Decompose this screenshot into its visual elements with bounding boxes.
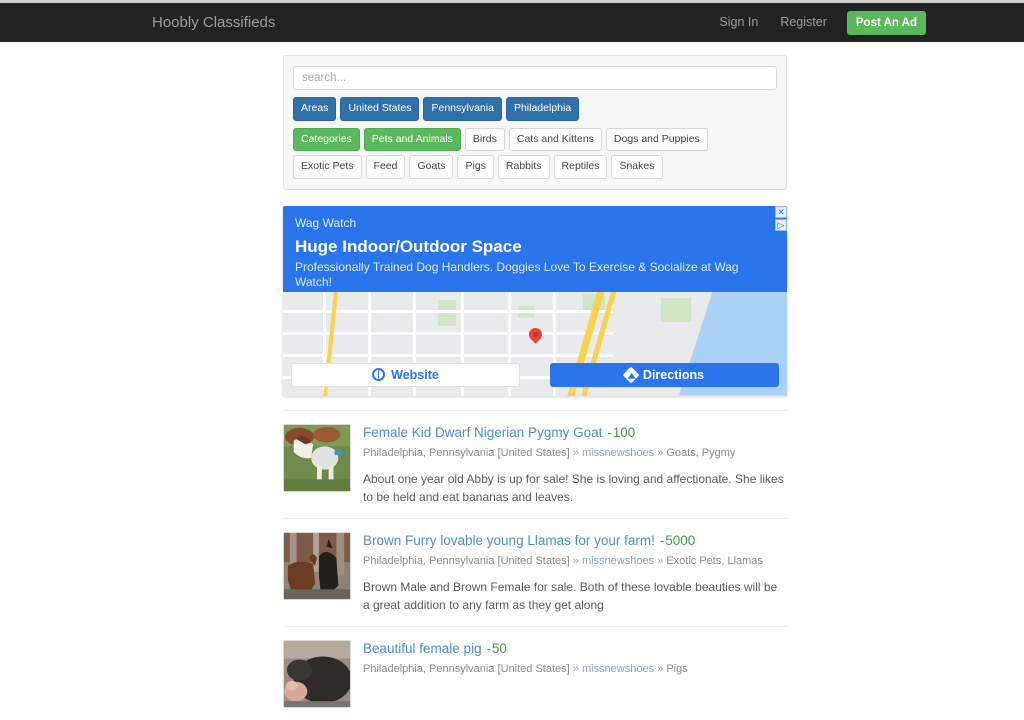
area-filter-row: Areas United States Pennsylvania Philade…: [293, 97, 777, 121]
area-chip-united-states[interactable]: United States: [340, 97, 420, 121]
listing-description: About one year old Abby is up for sale! …: [363, 471, 784, 504]
listing-results: Female Kid Dwarf Nigerian Pygmy Goat -100…: [283, 409, 787, 720]
top-navbar: Hoobly Classifieds Sign In Register Post…: [0, 3, 1024, 42]
map-road-h-3: [283, 353, 613, 357]
post-an-ad-button[interactable]: Post An Ad: [846, 10, 926, 35]
advertisement-banner[interactable]: ✕ ▷ Wag Watch Huge Indoor/Outdoor Space …: [283, 205, 787, 396]
listing-item[interactable]: Beautiful female pig -50 Philadelphia, Pe…: [283, 625, 787, 720]
listing-item[interactable]: Female Kid Dwarf Nigerian Pygmy Goat -100…: [283, 409, 787, 518]
listing-category: Exotic Pets, Llamas: [666, 554, 763, 567]
listing-title-row: Brown Furry lovable young Llamas for you…: [363, 532, 787, 549]
meta-separator: »: [572, 554, 579, 567]
listing-thumbnail[interactable]: [283, 639, 351, 708]
listing-meta: Philadelphia, Pennsylvania [United State…: [363, 554, 787, 569]
directions-icon: [622, 366, 640, 383]
meta-separator: »: [657, 446, 664, 459]
category-chip-reptiles[interactable]: Reptiles: [553, 155, 608, 179]
listing-dash: -: [607, 424, 612, 440]
goat-photo-graphic: [284, 424, 350, 491]
close-icon[interactable]: ✕: [775, 205, 787, 218]
meta-separator: »: [572, 662, 579, 675]
navbar-right-group: Sign In Register Post An Ad: [708, 3, 926, 42]
map-park-4: [661, 297, 691, 322]
ad-advertiser-name: Wag Watch: [295, 215, 357, 230]
map-location-pin-icon: [526, 324, 545, 344]
category-filter-row: Categories Pets and Animals Birds Cats a…: [293, 127, 777, 179]
category-chip-goats[interactable]: Goats: [409, 155, 454, 179]
ad-text-block: Wag Watch Huge Indoor/Outdoor Space Prof…: [283, 206, 787, 291]
listing-title-link[interactable]: Brown Furry lovable young Llamas for you…: [363, 533, 655, 548]
ad-headline: Huge Indoor/Outdoor Space: [295, 236, 522, 256]
category-chip-snakes[interactable]: Snakes: [611, 155, 663, 179]
listing-title-link[interactable]: Beautiful female pig: [363, 641, 482, 656]
category-chip-cats-and-kittens[interactable]: Cats and Kittens: [508, 127, 602, 151]
category-chip-pigs[interactable]: Pigs: [457, 155, 494, 179]
map-park-1: [438, 299, 456, 326]
ad-website-button[interactable]: Website: [291, 362, 520, 387]
listing-body: Beautiful female pig -50 Philadelphia, Pe…: [363, 640, 787, 708]
listing-thumbnail[interactable]: [283, 423, 351, 492]
ad-website-button-label: Website: [391, 367, 439, 382]
listing-category: Pigs: [666, 662, 688, 675]
area-chip-areas[interactable]: Areas: [293, 97, 337, 121]
meta-separator: »: [657, 554, 664, 567]
listing-body: Female Kid Dwarf Nigerian Pygmy Goat -100…: [363, 424, 787, 506]
listing-category: Goats, Pygmy: [666, 446, 736, 459]
listing-seller-link[interactable]: missnewshoes: [582, 447, 654, 459]
llama-photo-graphic: [284, 532, 350, 599]
ad-action-buttons: Website Directions: [283, 362, 787, 387]
listing-meta: Philadelphia, Pennsylvania [United State…: [363, 662, 787, 677]
pig-photo-graphic: [284, 640, 350, 707]
category-chip-pets-and-animals[interactable]: Pets and Animals: [363, 127, 461, 151]
listing-body: Brown Furry lovable young Llamas for you…: [363, 532, 787, 614]
listing-seller-link[interactable]: missnewshoes: [582, 555, 654, 567]
listing-dash: -: [659, 532, 665, 548]
listing-price: 5000: [665, 532, 696, 548]
ad-description: Professionally Trained Dog Handlers. Dog…: [295, 259, 739, 290]
area-chip-pennsylvania[interactable]: Pennsylvania: [423, 97, 502, 121]
adchoices-icon[interactable]: ▷: [775, 218, 787, 231]
listing-title-row: Female Kid Dwarf Nigerian Pygmy Goat -100: [363, 424, 787, 441]
listing-title-link[interactable]: Female Kid Dwarf Nigerian Pygmy Goat: [363, 425, 602, 440]
listing-location: Philadelphia, Pennsylvania [United State…: [363, 446, 570, 459]
globe-icon: [372, 368, 386, 381]
listing-description: Brown Male and Brown Female for sale. Bo…: [363, 579, 778, 612]
ad-directions-button[interactable]: Directions: [550, 362, 779, 387]
listing-price: 50: [491, 640, 507, 656]
category-chip-dogs-and-puppies[interactable]: Dogs and Puppies: [605, 127, 708, 151]
category-chip-feed[interactable]: Feed: [365, 155, 406, 179]
listing-title-row: Beautiful female pig -50: [363, 640, 787, 657]
area-chip-philadelphia[interactable]: Philadelphia: [505, 97, 580, 121]
meta-separator: »: [572, 446, 579, 459]
brand-link[interactable]: Hoobly Classifieds: [152, 3, 275, 42]
listing-thumbnail[interactable]: [283, 531, 351, 600]
search-filter-panel: Areas United States Pennsylvania Philade…: [283, 55, 787, 190]
ad-directions-button-label: Directions: [642, 367, 705, 382]
listing-dash: -: [486, 640, 491, 656]
ad-corner-controls: ✕ ▷: [775, 205, 787, 231]
category-chip-birds[interactable]: Birds: [464, 127, 505, 151]
main-content-column: Areas United States Pennsylvania Philade…: [283, 42, 787, 720]
listing-location: Philadelphia, Pennsylvania [United State…: [363, 662, 570, 675]
sign-in-link[interactable]: Sign In: [708, 3, 769, 42]
meta-separator: »: [657, 662, 664, 675]
listing-seller-link[interactable]: missnewshoes: [582, 663, 654, 675]
register-link[interactable]: Register: [769, 3, 838, 42]
category-chip-categories[interactable]: Categories: [293, 127, 360, 151]
listing-price: 100: [612, 424, 636, 440]
search-input[interactable]: [293, 66, 777, 90]
listing-location: Philadelphia, Pennsylvania [United State…: [363, 554, 570, 567]
category-chip-exotic-pets[interactable]: Exotic Pets: [293, 155, 362, 179]
listing-meta: Philadelphia, Pennsylvania [United State…: [363, 446, 787, 461]
category-chip-rabbits[interactable]: Rabbits: [497, 155, 550, 179]
listing-item[interactable]: Brown Furry lovable young Llamas for you…: [283, 517, 787, 626]
